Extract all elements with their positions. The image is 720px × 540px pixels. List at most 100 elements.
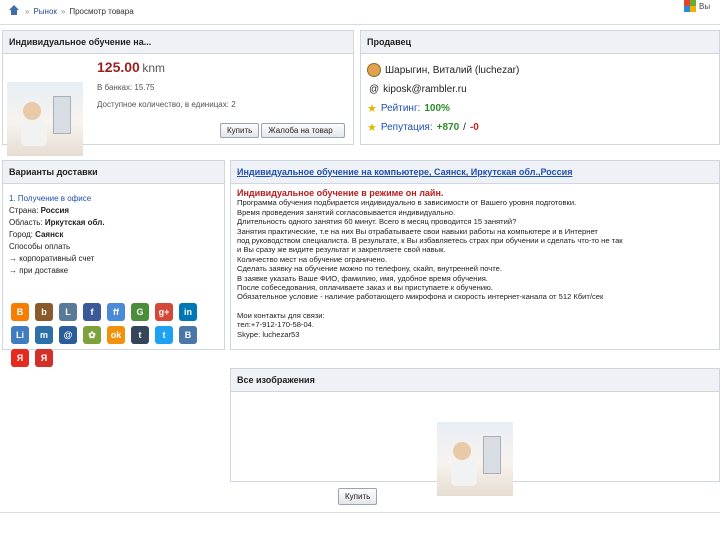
region-value: Иркутская обл.	[44, 218, 105, 227]
description-panel: Индивидуальное обучение на компьютере, С…	[230, 160, 720, 350]
quantity-value: 2	[231, 100, 236, 109]
description-line: Сделать заявку на обучение можно по теле…	[237, 264, 502, 274]
description-line	[237, 302, 713, 311]
breadcrumb-separator: »	[60, 6, 66, 16]
buy-button[interactable]: Купить	[220, 123, 260, 138]
star-icon: ★	[367, 103, 377, 115]
mailru-icon[interactable]: @	[59, 326, 77, 344]
city-value: Саянск	[35, 230, 64, 239]
country-value: Россия	[40, 206, 70, 215]
delivery-header: Варианты доставки	[3, 161, 224, 184]
description-lead: Индивидуальное обучение в режиме он лайн…	[237, 188, 444, 198]
seller-email[interactable]: kiposk@rambler.ru	[383, 84, 467, 95]
price-currency: knm	[142, 61, 166, 75]
quantity-info: Доступное количество, в единицах: 2	[97, 100, 236, 109]
complain-button[interactable]: Жалоба на товар	[261, 123, 346, 138]
bottom-buy-button[interactable]: Купить	[338, 488, 378, 505]
description-title-link[interactable]: Индивидуальное обучение на компьютере, С…	[237, 167, 572, 177]
description-line: и Вы сразу же видите результат и закрепл…	[237, 245, 446, 255]
description-line: Обязательное условие - наличие работающе…	[237, 292, 604, 302]
reputation-label: Репутация:	[380, 122, 433, 133]
rating-row: ★ Рейтинг: 100%	[367, 102, 450, 115]
description-line: Занятия практические, т.е на них Вы отра…	[237, 226, 598, 236]
star-icon: ★	[367, 122, 377, 134]
description-line: Длительность одного занятия 60 минут. Вс…	[237, 217, 517, 227]
description-line: В заявке указать Ваше ФИО, фамилию, имя,…	[237, 273, 488, 283]
bank-label: В банках:	[97, 83, 133, 92]
twitter-icon[interactable]: t	[155, 326, 173, 344]
seller-header: Продавец	[361, 31, 719, 54]
user-award-icon	[367, 63, 381, 77]
delivery-panel: Варианты доставки 1. Получение в офисе С…	[2, 160, 225, 367]
breadcrumb: » Рынок » Просмотр товара	[8, 5, 134, 17]
description-header: Индивидуальное обучение на компьютере, С…	[231, 161, 719, 184]
seller-name-row[interactable]: Шарыгин, Виталий (luchezar)	[367, 63, 519, 77]
seller-panel: Продавец Шарыгин, Виталий (luchezar) @ k…	[360, 30, 720, 145]
payment-label: Способы оплать	[9, 242, 71, 251]
yandex-icon[interactable]: Я	[11, 349, 29, 367]
city-label: Город:	[9, 230, 33, 239]
rating-value: 100%	[424, 103, 450, 114]
friendfeed-icon[interactable]: ff	[107, 303, 125, 321]
top-right-menu[interactable]: Вы	[684, 0, 710, 12]
facebook-icon[interactable]: f	[83, 303, 101, 321]
product-panel: Индивидуальное обучение на... 125.00 knm…	[2, 30, 354, 156]
payment-corporate: → корпоративный счет	[9, 254, 95, 263]
social-share-icons: Bb Lf ff Gg+ in Li m @ ✿ ok t t B Я Я	[11, 303, 197, 367]
region-label: Область:	[9, 218, 43, 227]
yaru-icon[interactable]: Я	[35, 349, 53, 367]
delivery-list: 1. Получение в офисе Страна: Россия Обла…	[9, 193, 105, 277]
bobrdobr-icon[interactable]: b	[35, 303, 53, 321]
description-body: Индивидуальное обучение в режиме он лайн…	[237, 188, 713, 339]
livejournal-icon[interactable]: L	[59, 303, 77, 321]
reputation-row: ★ Репутация: +870 / -0	[367, 121, 479, 134]
description-line: тел:+7-912-170-58-04.	[237, 320, 315, 330]
tumblr-icon[interactable]: t	[131, 326, 149, 344]
top-right-label: Вы	[699, 1, 711, 11]
footer-divider	[0, 512, 720, 513]
rating-label: Рейтинг:	[380, 103, 421, 114]
product-actions: Купить Жалоба на товар	[220, 123, 346, 138]
description-line: Мои контакты для связи:	[237, 310, 325, 320]
reputation-positive: +870	[436, 122, 460, 133]
payment-on-delivery: → при доставке	[9, 266, 69, 275]
country-label: Страна:	[9, 206, 39, 215]
seller-name[interactable]: Шарыгин, Виталий (luchezar)	[385, 65, 519, 76]
description-line: под руководством специалиста. В результа…	[237, 236, 623, 246]
product-title: Индивидуальное обучение на...	[3, 31, 353, 54]
bank-info: В банках: 15.75	[97, 83, 154, 92]
reputation-separator: /	[463, 122, 466, 133]
price: 125.00 knm	[97, 59, 165, 75]
windows-flag-icon	[684, 0, 696, 12]
at-icon: @	[369, 84, 380, 95]
reputation-negative: -0	[469, 122, 479, 133]
moikrug-icon[interactable]: ✿	[83, 326, 101, 344]
googleplus-icon[interactable]: g+	[155, 303, 173, 321]
breadcrumb-market-link[interactable]: Рынок	[33, 7, 56, 16]
odnoklassniki-icon[interactable]: ok	[107, 326, 125, 344]
product-photo[interactable]	[7, 82, 83, 156]
description-line: После собеседования, оплачиваете заказ и…	[237, 283, 493, 293]
seller-email-row[interactable]: @ kiposk@rambler.ru	[369, 84, 467, 95]
images-panel: Все изображения	[230, 368, 720, 496]
memori-icon[interactable]: m	[35, 326, 53, 344]
description-line: Skype: luchezar53	[237, 329, 300, 339]
vkontakte-icon[interactable]: B	[179, 326, 197, 344]
delivery-option[interactable]: 1. Получение в офисе	[9, 193, 105, 205]
home-icon[interactable]	[8, 5, 21, 17]
description-line: Количество мест на обучение ограничено.	[237, 254, 387, 264]
google-icon[interactable]: G	[131, 303, 149, 321]
description-line: Программа обучения подбирается индивидуа…	[237, 198, 577, 208]
gallery-image[interactable]	[437, 422, 513, 496]
linkedin-icon[interactable]: in	[179, 303, 197, 321]
bank-value: 15.75	[134, 83, 155, 92]
bottom-actions: Купить	[338, 488, 378, 505]
liveinternet-icon[interactable]: Li	[11, 326, 29, 344]
description-line: Время проведения занятий согласовывается…	[237, 207, 456, 217]
quantity-label: Доступное количество, в единицах:	[97, 100, 229, 109]
breadcrumb-separator: »	[25, 6, 30, 16]
images-header: Все изображения	[231, 369, 719, 392]
breadcrumb-current: Просмотр товара	[69, 6, 134, 16]
price-value: 125.00	[97, 59, 140, 75]
blogger-icon[interactable]: B	[11, 303, 29, 321]
